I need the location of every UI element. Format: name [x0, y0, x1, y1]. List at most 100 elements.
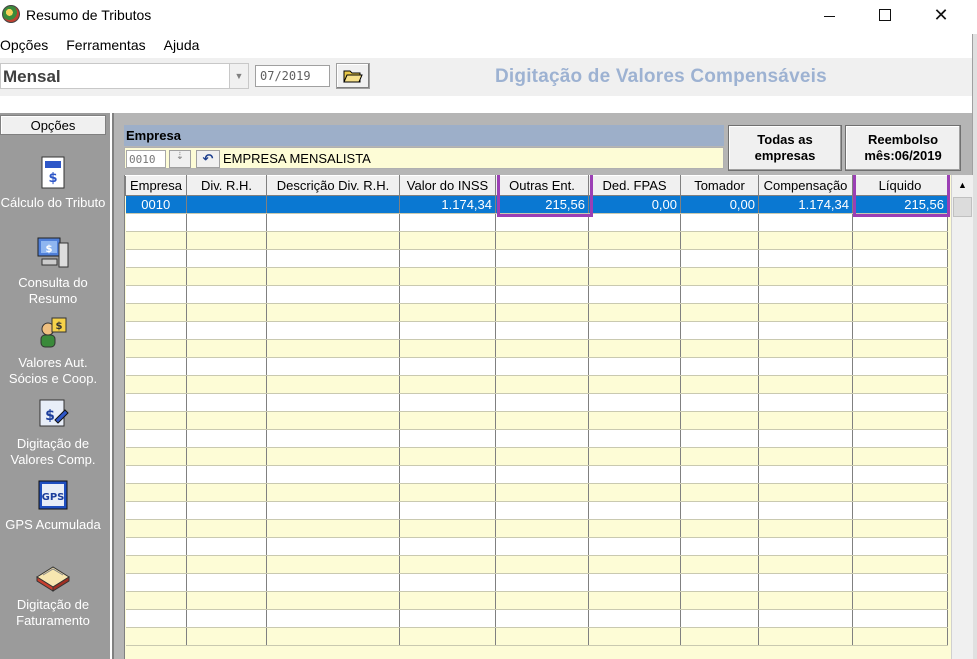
empty-cell[interactable] [758, 609, 853, 628]
empty-cell[interactable] [125, 375, 187, 394]
empty-cell[interactable] [852, 465, 948, 484]
empty-cell[interactable] [758, 627, 853, 646]
empty-cell[interactable] [495, 321, 589, 340]
empty-cell[interactable] [266, 519, 400, 538]
empty-cell[interactable] [680, 321, 759, 340]
table-row[interactable] [125, 339, 948, 358]
empty-cell[interactable] [125, 465, 187, 484]
empty-cell[interactable] [399, 537, 496, 556]
empty-cell[interactable] [186, 357, 267, 376]
empty-cell[interactable] [125, 627, 187, 646]
empty-cell[interactable] [588, 609, 681, 628]
empty-cell[interactable] [125, 573, 187, 592]
empty-cell[interactable] [186, 591, 267, 610]
empty-cell[interactable] [495, 303, 589, 322]
empty-cell[interactable] [495, 483, 589, 502]
empty-cell[interactable] [266, 573, 400, 592]
empty-cell[interactable] [680, 375, 759, 394]
empty-cell[interactable] [758, 465, 853, 484]
empty-cell[interactable] [852, 429, 948, 448]
empty-cell[interactable] [852, 339, 948, 358]
empty-cell[interactable] [399, 339, 496, 358]
empty-cell[interactable] [758, 447, 853, 466]
empty-cell[interactable] [399, 249, 496, 268]
empty-cell[interactable] [186, 483, 267, 502]
cell-liquido[interactable]: 215,56 [852, 195, 948, 214]
empty-cell[interactable] [680, 285, 759, 304]
empty-cell[interactable] [125, 429, 187, 448]
empty-cell[interactable] [266, 231, 400, 250]
empty-cell[interactable] [125, 591, 187, 610]
empty-cell[interactable] [852, 303, 948, 322]
empty-cell[interactable] [125, 609, 187, 628]
empty-cell[interactable] [852, 231, 948, 250]
empty-cell[interactable] [588, 411, 681, 430]
empty-cell[interactable] [680, 573, 759, 592]
empty-cell[interactable] [186, 465, 267, 484]
empty-cell[interactable] [266, 501, 400, 520]
empty-cell[interactable] [399, 573, 496, 592]
empty-cell[interactable] [588, 231, 681, 250]
empresa-code-input[interactable]: 0010 [126, 150, 166, 168]
empty-cell[interactable] [758, 339, 853, 358]
empty-cell[interactable] [758, 213, 853, 232]
empty-cell[interactable] [852, 267, 948, 286]
empty-cell[interactable] [680, 231, 759, 250]
empty-cell[interactable] [852, 591, 948, 610]
empty-cell[interactable] [186, 537, 267, 556]
table-row[interactable] [125, 375, 948, 394]
col-header-valor-inss[interactable]: Valor do INSS [399, 175, 496, 196]
chevron-down-icon[interactable]: ▼ [229, 64, 248, 88]
col-header-div-rh[interactable]: Div. R.H. [186, 175, 267, 196]
empty-cell[interactable] [588, 537, 681, 556]
empty-cell[interactable] [399, 393, 496, 412]
empty-cell[interactable] [266, 285, 400, 304]
empty-cell[interactable] [125, 357, 187, 376]
empty-cell[interactable] [399, 411, 496, 430]
empty-cell[interactable] [758, 267, 853, 286]
empty-cell[interactable] [495, 573, 589, 592]
empty-cell[interactable] [588, 357, 681, 376]
todas-empresas-button[interactable]: Todas as empresas [728, 125, 842, 171]
cell-descricao[interactable] [266, 195, 400, 214]
empty-cell[interactable] [680, 591, 759, 610]
lookup-button[interactable]: ⇣ [169, 150, 191, 168]
col-header-empresa[interactable]: Empresa [125, 175, 187, 196]
empty-cell[interactable] [266, 321, 400, 340]
table-row[interactable] [125, 357, 948, 376]
empty-cell[interactable] [266, 393, 400, 412]
col-header-ded-fpas[interactable]: Ded. FPAS [588, 175, 681, 196]
empty-cell[interactable] [758, 411, 853, 430]
empty-cell[interactable] [399, 591, 496, 610]
maximize-button[interactable] [862, 0, 908, 30]
empty-cell[interactable] [266, 555, 400, 574]
empty-cell[interactable] [399, 267, 496, 286]
table-row[interactable] [125, 519, 948, 538]
scroll-up-icon[interactable]: ▲ [952, 175, 973, 195]
empty-cell[interactable] [495, 213, 589, 232]
empty-cell[interactable] [399, 627, 496, 646]
close-button[interactable]: ✕ [918, 0, 964, 30]
empty-cell[interactable] [758, 501, 853, 520]
empty-cell[interactable] [125, 213, 187, 232]
empty-cell[interactable] [399, 321, 496, 340]
empty-cell[interactable] [680, 555, 759, 574]
table-row[interactable] [125, 609, 948, 628]
empty-cell[interactable] [588, 447, 681, 466]
empty-cell[interactable] [186, 573, 267, 592]
empty-cell[interactable] [495, 267, 589, 286]
empty-cell[interactable] [588, 249, 681, 268]
empty-cell[interactable] [186, 285, 267, 304]
table-row[interactable] [125, 627, 948, 646]
empty-cell[interactable] [495, 537, 589, 556]
menu-ferramentas[interactable]: Ferramentas [66, 35, 145, 57]
empty-cell[interactable] [588, 393, 681, 412]
empty-cell[interactable] [125, 501, 187, 520]
empty-cell[interactable] [852, 249, 948, 268]
col-header-outras-ent[interactable]: Outras Ent. [495, 175, 589, 196]
table-row[interactable] [125, 537, 948, 556]
table-row[interactable] [125, 483, 948, 502]
empty-cell[interactable] [186, 303, 267, 322]
empty-cell[interactable] [680, 393, 759, 412]
empty-cell[interactable] [266, 411, 400, 430]
